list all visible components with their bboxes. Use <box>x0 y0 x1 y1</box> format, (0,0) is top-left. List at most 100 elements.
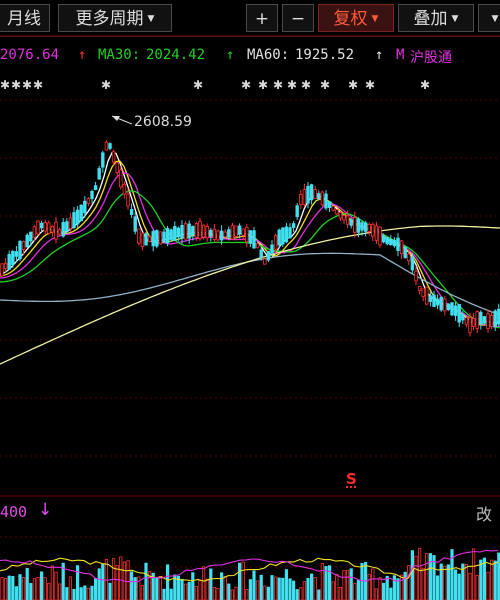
volume-bar <box>277 577 281 600</box>
volume-bar <box>129 571 134 600</box>
signal-marker-icon[interactable]: S <box>346 470 357 490</box>
candle-body <box>248 230 253 244</box>
volume-bar <box>385 575 389 600</box>
candlestick-chart[interactable] <box>0 0 500 600</box>
candle-body <box>133 216 137 232</box>
candle-body <box>367 223 371 232</box>
candles <box>0 140 500 337</box>
candle-body <box>392 240 397 247</box>
candle-body <box>266 251 271 261</box>
volume-bar <box>119 556 123 600</box>
candle-body <box>25 234 29 248</box>
volume-bar <box>389 587 393 600</box>
candle-body <box>162 231 166 243</box>
candle-body <box>486 313 490 330</box>
candle-body <box>212 228 217 240</box>
volume-bar <box>18 574 22 600</box>
candle-body <box>331 205 335 211</box>
volume-bar <box>378 577 382 600</box>
volume-bar <box>299 587 303 600</box>
volume-bar <box>270 575 274 600</box>
volume-bar <box>43 577 47 600</box>
volume-bar <box>263 585 267 600</box>
candle-body <box>479 311 483 325</box>
volume-bar <box>284 569 289 600</box>
candle-body <box>273 235 278 250</box>
volume-bar <box>446 564 451 600</box>
candle-body <box>65 221 69 232</box>
volume-bar <box>79 587 83 600</box>
candle-body <box>443 298 447 312</box>
candle-body <box>302 189 307 206</box>
volume-bar <box>194 585 198 600</box>
candle-body <box>270 244 274 254</box>
volume-bar <box>471 548 476 600</box>
candle-body <box>338 212 343 219</box>
candle-body <box>194 223 199 238</box>
volume-bar <box>468 572 472 600</box>
volume-bar <box>234 586 238 600</box>
volume-bar <box>47 582 51 600</box>
candle-body <box>345 215 350 225</box>
candle-body <box>381 235 386 243</box>
volume-bar <box>309 573 314 600</box>
volume-bar <box>453 569 458 600</box>
volume-bar <box>313 577 317 600</box>
modify-indicator-label[interactable]: 改 <box>476 501 492 525</box>
candle-body <box>432 294 436 307</box>
candle-body <box>428 295 433 302</box>
candle-body <box>61 222 65 237</box>
candle-body <box>14 251 19 257</box>
volume-bar <box>245 589 249 600</box>
volume-bar <box>14 586 18 600</box>
candle-body <box>230 225 235 240</box>
volume-bar <box>356 580 361 600</box>
volume-bar <box>76 565 80 600</box>
candle-body <box>122 183 127 195</box>
volume-bar <box>331 581 335 600</box>
volume-bar <box>101 563 105 600</box>
down-arrow-icon: ↓ <box>38 500 53 520</box>
candle-body <box>288 227 292 239</box>
candle-body <box>234 225 238 237</box>
candle-body <box>414 270 418 282</box>
volume-bar <box>479 559 483 600</box>
candle-body <box>0 263 4 277</box>
volume-bars <box>0 548 500 600</box>
candle-body <box>489 315 494 327</box>
volume-bar <box>237 562 242 600</box>
candle-body <box>284 226 289 243</box>
volume-bar <box>169 588 173 600</box>
candle-body <box>453 305 458 316</box>
candle-body <box>155 230 159 247</box>
volume-bar <box>58 583 62 600</box>
volume-bar <box>158 576 162 600</box>
volume-bar <box>86 587 90 600</box>
candle-body <box>446 303 451 311</box>
volume-bar <box>83 585 87 600</box>
volume-bar <box>281 577 285 600</box>
volume-bar <box>65 587 69 600</box>
candle-body <box>126 193 130 207</box>
candle-body <box>104 141 109 151</box>
volume-bar <box>144 562 148 600</box>
candle-body <box>363 222 368 232</box>
candle-body <box>277 229 281 246</box>
candle-body <box>259 249 263 258</box>
volume-bar <box>165 564 170 600</box>
volume-bar <box>475 574 479 600</box>
candle-body <box>198 220 202 240</box>
candle-body <box>317 193 321 200</box>
volume-bar <box>489 559 494 600</box>
candle-body <box>115 162 119 173</box>
candle-body <box>205 226 209 239</box>
candle-body <box>101 152 105 168</box>
volume-bar <box>410 550 415 600</box>
volume-bar <box>457 573 461 600</box>
volume-bar <box>216 588 220 600</box>
volume-bar <box>115 565 119 600</box>
candle-body <box>47 222 51 234</box>
volume-bar <box>288 578 292 600</box>
peak-value-label: 2608.59 <box>134 114 192 130</box>
volume-bar <box>381 582 386 600</box>
